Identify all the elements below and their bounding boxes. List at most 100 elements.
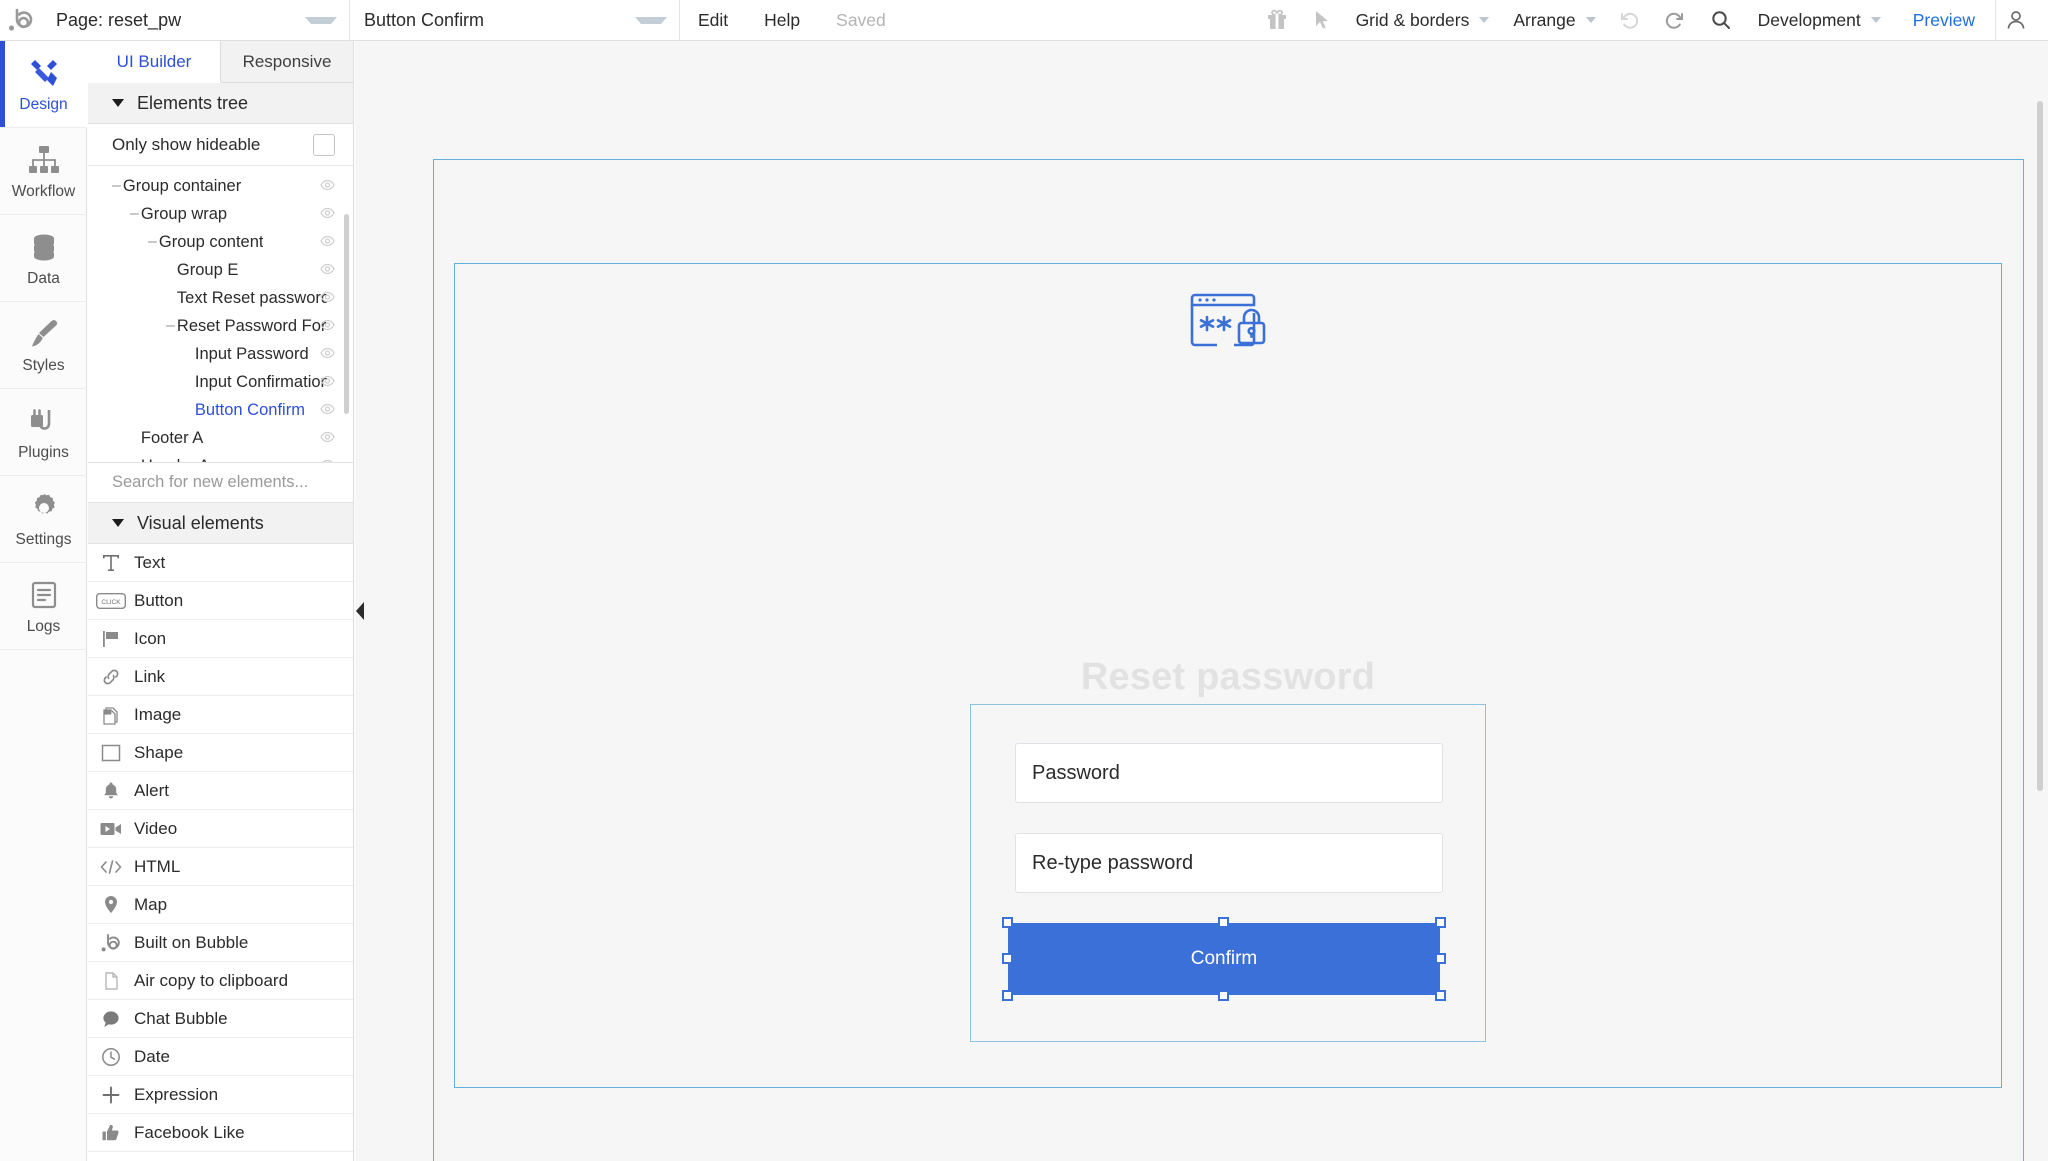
visual-element-item[interactable]: Built on Bubble	[88, 924, 353, 962]
confirm-button-selection[interactable]: Confirm	[1002, 917, 1446, 1001]
reset-password-form[interactable]: Password Re-type password Confirm	[970, 704, 1486, 1042]
eye-visibility-icon[interactable]	[320, 317, 335, 336]
password-input[interactable]: Password	[1015, 743, 1443, 803]
sidebar-item-workflow[interactable]: Workflow	[0, 128, 87, 215]
menu-edit[interactable]: Edit	[680, 10, 746, 31]
collapse-minus-icon[interactable]: –	[130, 205, 139, 223]
confirm-button[interactable]: Confirm	[1008, 923, 1440, 995]
resize-handle-bottom-right[interactable]	[1435, 990, 1446, 1001]
tree-node-label: Group wrap	[140, 204, 228, 223]
user-avatar-icon[interactable]	[1996, 8, 2048, 32]
sidebar-item-data[interactable]: Data	[0, 215, 87, 302]
elements-tree[interactable]: – Group container – Group wrap – Group conten…	[88, 166, 353, 463]
eye-visibility-icon[interactable]	[320, 373, 335, 392]
eye-visibility-icon[interactable]	[320, 233, 335, 252]
tree-node[interactable]: Input Password	[88, 340, 353, 368]
tree-node[interactable]: – Group wrap	[88, 200, 353, 228]
visual-element-item[interactable]: Icon	[88, 620, 353, 658]
tree-node[interactable]: – Reset Password Form	[88, 312, 353, 340]
visual-element-item[interactable]: Video	[88, 810, 353, 848]
visual-element-item[interactable]: Air copy to clipboard	[88, 962, 353, 1000]
cursor-pointer-icon[interactable]	[1300, 9, 1344, 31]
gift-icon[interactable]	[1254, 8, 1300, 32]
menu-help[interactable]: Help	[746, 10, 818, 31]
visual-element-item[interactable]: Date	[88, 1038, 353, 1076]
triangle-down-icon	[112, 99, 124, 107]
tab-responsive[interactable]: Responsive	[221, 41, 353, 82]
page-selector[interactable]: Page: reset_pw	[42, 0, 350, 41]
reset-password-heading[interactable]: Reset password	[455, 656, 2001, 699]
visual-element-item[interactable]: Facebook Like	[88, 1114, 353, 1152]
tree-node[interactable]: Button Confirm	[88, 396, 353, 424]
redo-icon[interactable]	[1652, 9, 1696, 31]
eye-visibility-icon[interactable]	[320, 205, 335, 224]
visual-element-item[interactable]: Shape	[88, 734, 353, 772]
confirmation-input[interactable]: Re-type password	[1015, 833, 1443, 893]
tree-node[interactable]: – Group content	[88, 228, 353, 256]
arrange-dropdown[interactable]: Arrange	[1501, 10, 1607, 31]
tree-node-label: Group content	[158, 232, 264, 251]
visual-element-item[interactable]: Text	[88, 544, 353, 582]
visual-element-item[interactable]: HTML	[88, 848, 353, 886]
element-selector[interactable]: Button Confirm	[350, 0, 680, 41]
resize-handle-middle-right[interactable]	[1435, 953, 1446, 964]
undo-icon[interactable]	[1608, 9, 1652, 31]
visual-element-item[interactable]: JPG Image	[88, 696, 353, 734]
resize-handle-top-right[interactable]	[1435, 917, 1446, 928]
resize-handle-top-center[interactable]	[1218, 917, 1229, 928]
image-jpg-icon: JPG	[88, 705, 134, 725]
eye-visibility-icon[interactable]	[320, 429, 335, 448]
resize-handle-bottom-center[interactable]	[1218, 990, 1229, 1001]
resize-handle-middle-left[interactable]	[1002, 953, 1013, 964]
sidebar-item-styles[interactable]: Styles	[0, 302, 87, 389]
collapse-minus-icon[interactable]: –	[166, 317, 175, 335]
design-icon	[27, 54, 61, 92]
eye-visibility-icon[interactable]	[320, 289, 335, 308]
eye-visibility-icon[interactable]	[320, 177, 335, 196]
visual-element-item[interactable]: Expression	[88, 1076, 353, 1114]
tab-ui-builder[interactable]: UI Builder	[88, 41, 221, 83]
only-show-hideable-row[interactable]: Only show hideable	[88, 124, 353, 166]
visual-elements-list: Text CLICK Button Icon Link JPG Image Shape Aler…	[88, 544, 353, 1152]
visual-element-item[interactable]: Link	[88, 658, 353, 696]
eye-visibility-icon[interactable]	[320, 345, 335, 364]
sidebar-item-settings[interactable]: Settings	[0, 476, 87, 563]
panel-collapse-handle[interactable]	[354, 600, 367, 622]
eye-visibility-icon[interactable]	[320, 261, 335, 280]
visual-element-label: Text	[134, 552, 166, 572]
page-frame[interactable]: Reset password Password Re-type password…	[433, 159, 2024, 1161]
tree-node[interactable]: Footer A	[88, 424, 353, 452]
resize-handle-top-left[interactable]	[1002, 917, 1013, 928]
visual-element-item[interactable]: Map	[88, 886, 353, 924]
sidebar-item-plugins[interactable]: Plugins	[0, 389, 87, 476]
collapse-minus-icon[interactable]: –	[112, 177, 121, 195]
design-canvas[interactable]: Reset password Password Re-type password…	[355, 41, 2048, 1161]
collapse-minus-icon[interactable]: –	[148, 233, 157, 251]
development-version-dropdown[interactable]: Development	[1746, 10, 1893, 31]
tree-node[interactable]: – Group container	[88, 172, 353, 200]
eye-visibility-icon[interactable]	[320, 457, 335, 462]
tree-node[interactable]: Text Reset password	[88, 284, 353, 312]
visual-element-item[interactable]: CLICK Button	[88, 582, 353, 620]
search-icon[interactable]	[1696, 9, 1746, 31]
button-click-icon: CLICK	[88, 592, 134, 609]
grid-and-borders-dropdown[interactable]: Grid & borders	[1344, 10, 1502, 31]
eye-visibility-icon[interactable]	[320, 401, 335, 420]
bubble-logo-icon[interactable]	[0, 0, 42, 41]
preview-button[interactable]: Preview	[1893, 10, 1995, 31]
visual-elements-header[interactable]: Visual elements	[88, 503, 353, 544]
tree-node[interactable]: Group E	[88, 256, 353, 284]
visual-element-item[interactable]: Alert	[88, 772, 353, 810]
canvas-scrollbar[interactable]	[2037, 101, 2043, 791]
resize-handle-bottom-left[interactable]	[1002, 990, 1013, 1001]
search-new-elements-input[interactable]: Search for new elements...	[88, 463, 353, 503]
elements-tree-header[interactable]: Elements tree	[88, 83, 353, 124]
chevron-down-icon	[305, 16, 337, 24]
tree-node[interactable]: Header A	[88, 452, 353, 462]
sidebar-item-logs[interactable]: Logs	[0, 563, 87, 650]
group-container-outline[interactable]: Reset password Password Re-type password…	[454, 263, 2002, 1088]
sidebar-item-design[interactable]: Design	[0, 41, 87, 128]
tree-node[interactable]: Input Confirmation	[88, 368, 353, 396]
visual-element-item[interactable]: Chat Bubble	[88, 1000, 353, 1038]
only-show-hideable-checkbox[interactable]	[313, 133, 335, 156]
